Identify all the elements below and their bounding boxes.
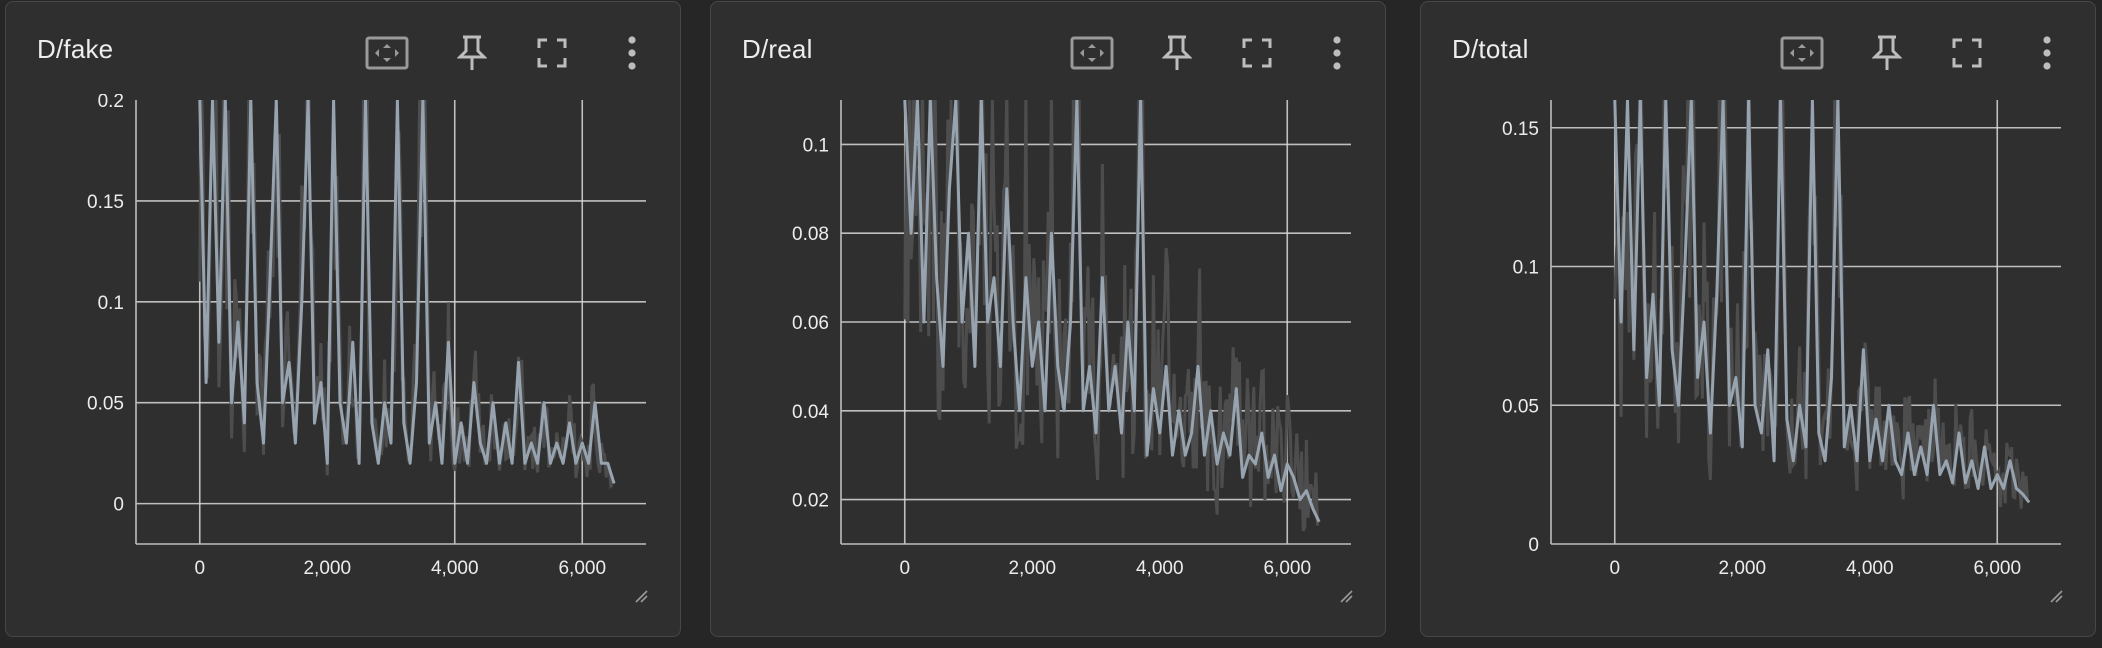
series-line [1613, 100, 2031, 504]
y-tick-label: 0.2 [98, 94, 124, 112]
card-title: D/total [1452, 34, 1529, 64]
x-tick-label: 4,000 [431, 558, 479, 579]
fullscreen-button[interactable] [527, 30, 577, 76]
resize-handle-icon[interactable] [634, 589, 648, 603]
fit-domain-button[interactable] [1777, 30, 1827, 76]
chart-card-d-total: D/total 0 0.05 0.1 0.15 0 2,000 4,000 6,000 [1420, 1, 2096, 637]
x-tick-label: 0 [1609, 558, 1620, 579]
fit-domain-button[interactable] [1067, 30, 1117, 76]
y-tick-label: 0.1 [1513, 258, 1539, 279]
resize-handle-icon[interactable] [1339, 589, 1353, 603]
fullscreen-button[interactable] [1232, 30, 1282, 76]
y-tick-label: 0 [113, 495, 124, 516]
plot-area [1613, 100, 2031, 509]
fit-domain-icon [365, 36, 409, 70]
y-tick-label: 0.05 [87, 394, 124, 415]
fullscreen-icon [537, 38, 567, 68]
more-vert-icon [628, 36, 636, 70]
x-tick-label: 0 [899, 558, 910, 579]
fullscreen-button[interactable] [1942, 30, 1992, 76]
y-tick-label: 0.04 [792, 402, 829, 423]
more-vert-icon [1333, 36, 1341, 70]
y-tick-label: 0.02 [792, 491, 829, 512]
y-tick-label: 0 [1528, 535, 1539, 556]
fit-domain-icon [1070, 36, 1114, 70]
y-tick-label: 0.1 [98, 293, 124, 314]
fullscreen-icon [1952, 38, 1982, 68]
pin-button[interactable] [1862, 30, 1912, 76]
chart-card-d-fake: D/fake 0 0.05 0.1 0.15 0.2 0 2,000 4,000 6,000 [5, 1, 681, 637]
line-chart: 0.02 0.04 0.06 0.08 0.1 0 2,000 4,000 6,000 [792, 100, 1351, 579]
x-tick-label: 6,000 [1973, 558, 2021, 579]
x-tick-label: 2,000 [1008, 558, 1056, 579]
plot-area [198, 100, 616, 490]
y-tick-label: 0.08 [792, 224, 829, 245]
x-tick-label: 4,000 [1846, 558, 1894, 579]
pin-icon [1872, 35, 1902, 70]
card-title: D/real [742, 34, 813, 64]
line-chart: 0 0.05 0.1 0.15 0 2,000 4,000 6,000 [1502, 100, 2061, 579]
x-tick-label: 0 [194, 558, 205, 579]
pin-icon [1162, 35, 1192, 70]
card-title: D/fake [37, 34, 114, 64]
more-vert-icon [2043, 36, 2051, 70]
line-chart: 0 0.05 0.1 0.15 0.2 0 2,000 4,000 6,000 [87, 94, 646, 579]
fullscreen-icon [1242, 38, 1272, 68]
resize-handle-icon[interactable] [2049, 589, 2063, 603]
y-tick-label: 0.05 [1502, 396, 1539, 417]
y-tick-label: 0.06 [792, 313, 829, 334]
fit-domain-icon [1780, 36, 1824, 70]
fit-domain-button[interactable] [362, 30, 412, 76]
chart-card-d-real: D/real 0.02 0.04 0.06 0.08 0.1 0 2,000 4,000 6,0… [710, 1, 1386, 637]
x-tick-label: 2,000 [303, 558, 351, 579]
pin-icon [457, 35, 487, 70]
more-menu-button[interactable] [607, 30, 657, 76]
y-tick-label: 0.15 [1502, 119, 1539, 140]
x-tick-label: 2,000 [1718, 558, 1766, 579]
more-menu-button[interactable] [2022, 30, 2072, 76]
more-menu-button[interactable] [1312, 30, 1362, 76]
x-tick-label: 6,000 [558, 558, 606, 579]
plot-area [903, 100, 1321, 532]
y-tick-label: 0.15 [87, 192, 124, 213]
pin-button[interactable] [1152, 30, 1202, 76]
pin-button[interactable] [447, 30, 497, 76]
x-tick-label: 4,000 [1136, 558, 1184, 579]
x-tick-label: 6,000 [1263, 558, 1311, 579]
y-tick-label: 0.1 [803, 135, 829, 156]
